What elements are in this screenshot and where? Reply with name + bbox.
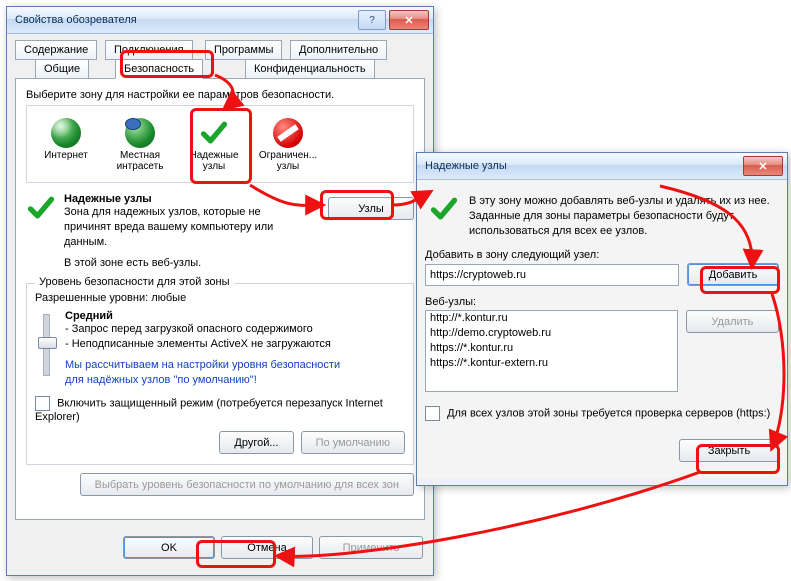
close-button[interactable]: ✕ <box>743 156 783 176</box>
dialog-body: Содержание Подключения Программы Дополни… <box>7 34 433 528</box>
group-legend: Уровень безопасности для этой зоны <box>35 276 234 288</box>
tab-connections[interactable]: Подключения <box>105 40 193 60</box>
tabstrip: Содержание Подключения Программы Дополни… <box>15 40 425 78</box>
recommendation: Мы рассчитываем на настройки уровня безо… <box>65 358 345 388</box>
zone-label: Интернет <box>31 150 101 161</box>
https-check-label: Для всех узлов этой зоны требуется прове… <box>447 408 770 420</box>
tab-advanced[interactable]: Дополнительно <box>290 40 387 60</box>
level-line1: - Запрос перед загрузкой опасного содерж… <box>65 322 405 337</box>
protected-mode-checkbox[interactable] <box>35 396 50 411</box>
add-button[interactable]: Добавить <box>687 263 779 286</box>
tab-content-panel: Выберите зону для настройки ее параметро… <box>15 78 425 520</box>
apply-button[interactable]: Применить <box>319 536 423 559</box>
dialog-title: Надежные узлы <box>425 160 740 172</box>
security-level-group: Уровень безопасности для этой зоны Разре… <box>26 283 414 465</box>
globe-net-icon <box>125 118 155 148</box>
tab-content[interactable]: Содержание <box>15 40 97 60</box>
cancel-button[interactable]: Отмена <box>221 536 313 559</box>
list-item[interactable]: http://*.kontur.ru <box>427 312 676 327</box>
restricted-icon <box>273 118 303 148</box>
reset-all-button[interactable]: Выбрать уровень безопасности по умолчани… <box>80 473 414 496</box>
zone-intranet[interactable]: Местная интрасеть <box>105 114 175 176</box>
checkmark-icon <box>429 194 459 224</box>
zone-trusted[interactable]: Надежные узлы <box>179 114 249 176</box>
help-button[interactable]: ? <box>358 10 386 30</box>
ok-button[interactable]: OK <box>123 536 215 559</box>
close-button[interactable]: ✕ <box>389 10 429 30</box>
zone-desc: Зона для надежных узлов, которые не прич… <box>64 205 274 250</box>
zone-label: Надежные узлы <box>179 150 249 172</box>
sites-listbox[interactable]: http://*.kontur.ru http://demo.cryptoweb… <box>425 310 678 392</box>
sites-list-label: Веб-узлы: <box>425 296 779 308</box>
trusted-sites-dialog: Надежные узлы ✕ В эту зону можно добавля… <box>416 152 788 486</box>
default-level-button[interactable]: По умолчанию <box>301 431 405 454</box>
zone-description-row: Надежные узлы Зона для надежных узлов, к… <box>26 193 414 271</box>
custom-level-button[interactable]: Другой... <box>219 431 293 454</box>
security-slider[interactable] <box>35 310 57 388</box>
checkmark-icon <box>26 193 56 223</box>
globe-icon <box>51 118 81 148</box>
protected-mode-label: Включить защищенный режим (потребуется п… <box>35 398 383 424</box>
tab-security[interactable]: Безопасность <box>115 59 203 79</box>
titlebar: Надежные узлы ✕ <box>417 153 787 180</box>
level-name: Средний <box>65 310 405 322</box>
allowed-levels: Разрешенные уровни: любые <box>35 292 405 304</box>
level-line2: - Неподписанные элементы ActiveX не загр… <box>65 337 405 352</box>
list-item[interactable]: https://*.kontur-extern.ru <box>427 357 676 372</box>
zone-title: Надежные узлы <box>64 193 320 205</box>
zone-desc2: В этой зоне есть веб-узлы. <box>64 256 320 271</box>
https-check[interactable] <box>425 406 440 421</box>
zone-label: Местная интрасеть <box>105 150 175 172</box>
sites-button[interactable]: Узлы <box>328 197 414 220</box>
remove-button[interactable]: Удалить <box>686 310 779 333</box>
add-site-input[interactable]: https://cryptoweb.ru <box>425 264 679 286</box>
zone-restricted[interactable]: Ограничен... узлы <box>253 114 323 176</box>
list-item[interactable]: https://*.kontur.ru <box>427 342 676 357</box>
tab-programs[interactable]: Программы <box>205 40 282 60</box>
close-dialog-button[interactable]: Закрыть <box>679 439 779 462</box>
zone-selector: Интернет Местная интрасеть Надежные узлы <box>26 105 414 183</box>
zone-internet[interactable]: Интернет <box>31 114 101 176</box>
tab-general[interactable]: Общие <box>35 59 89 79</box>
tab-privacy[interactable]: Конфиденциальность <box>245 59 375 79</box>
internet-options-dialog: Свойства обозревателя ? ✕ Содержание Под… <box>6 6 434 576</box>
zone-prompt: Выберите зону для настройки ее параметро… <box>26 89 414 101</box>
dialog-footer: OK Отмена Применить <box>7 528 433 569</box>
checkmark-icon <box>199 118 229 148</box>
dialog-title: Свойства обозревателя <box>15 14 355 26</box>
add-site-label: Добавить в зону следующий узел: <box>425 249 779 261</box>
intro-text: В эту зону можно добавлять веб-узлы и уд… <box>469 194 775 239</box>
titlebar: Свойства обозревателя ? ✕ <box>7 7 433 34</box>
list-item[interactable]: http://demo.cryptoweb.ru <box>427 327 676 342</box>
zone-label: Ограничен... узлы <box>253 150 323 172</box>
dialog-body: В эту зону можно добавлять веб-узлы и уд… <box>417 180 787 478</box>
